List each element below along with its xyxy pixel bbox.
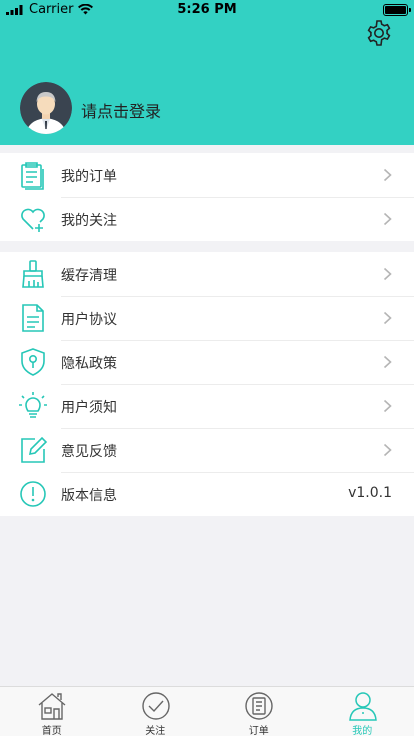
tab-label: 首页 — [41, 726, 62, 736]
tab-bar: 首页 关注 订单 我的 — [0, 686, 414, 736]
person-icon — [348, 692, 377, 721]
edit-icon — [21, 436, 48, 463]
document-icon — [22, 304, 44, 332]
tab-orders[interactable]: 订单 — [207, 687, 311, 736]
menu-group-orders: 我的订单 我的关注 — [0, 153, 414, 241]
broom-icon — [22, 260, 44, 288]
heart-plus-icon — [21, 208, 45, 232]
menu-item-clear-cache[interactable]: 缓存清理 — [0, 252, 414, 296]
order-list-icon — [21, 162, 44, 190]
profile-header: Carrier 5:26 PM 请点击登录 — [0, 0, 414, 145]
tab-mine[interactable]: 我的 — [311, 687, 414, 736]
order-icon — [245, 692, 273, 720]
avatar[interactable] — [20, 82, 72, 134]
menu-label: 我的订单 — [61, 169, 117, 185]
chevron-right-icon — [383, 355, 392, 369]
status-time: 5:26 PM — [177, 2, 237, 17]
home-icon — [38, 693, 66, 720]
menu-item-user-agreement[interactable]: 用户协议 — [0, 296, 414, 340]
menu-group-settings: 缓存清理 用户协议 隐私政策 用户须知 意见反馈 版本信息 v1.0.1 — [0, 252, 414, 516]
menu-item-user-notice[interactable]: 用户须知 — [0, 384, 414, 428]
menu-item-my-follows[interactable]: 我的关注 — [0, 197, 414, 241]
login-prompt[interactable]: 请点击登录 — [81, 98, 161, 122]
chevron-right-icon — [383, 311, 392, 325]
menu-label: 我的关注 — [61, 213, 117, 229]
status-bar: Carrier 5:26 PM — [0, 0, 414, 20]
settings-gear-icon[interactable] — [364, 18, 394, 48]
menu-label: 隐私政策 — [61, 356, 117, 372]
menu-label: 缓存清理 — [61, 268, 117, 284]
menu-label: 版本信息 — [61, 488, 117, 504]
tab-label: 订单 — [248, 726, 269, 736]
chevron-right-icon — [383, 168, 392, 182]
chevron-right-icon — [383, 267, 392, 281]
chevron-right-icon — [383, 443, 392, 457]
chevron-right-icon — [383, 399, 392, 413]
check-circle-icon — [141, 692, 170, 720]
lightbulb-icon — [19, 392, 47, 418]
menu-label: 意见反馈 — [61, 444, 117, 460]
tab-follow[interactable]: 关注 — [104, 687, 208, 736]
menu-item-my-orders[interactable]: 我的订单 — [0, 153, 414, 197]
info-icon — [20, 481, 46, 507]
menu-item-version-info[interactable]: 版本信息 v1.0.1 — [0, 472, 414, 516]
version-value: v1.0.1 — [348, 485, 392, 501]
menu-item-feedback[interactable]: 意见反馈 — [0, 428, 414, 472]
menu-item-privacy-policy[interactable]: 隐私政策 — [0, 340, 414, 384]
battery-icon — [383, 4, 411, 16]
chevron-right-icon — [383, 212, 392, 226]
menu-label: 用户须知 — [61, 400, 117, 416]
tab-label: 关注 — [145, 726, 166, 736]
menu-label: 用户协议 — [61, 312, 117, 328]
tab-label: 我的 — [352, 726, 373, 736]
shield-lock-icon — [21, 348, 45, 376]
tab-home[interactable]: 首页 — [0, 687, 104, 736]
